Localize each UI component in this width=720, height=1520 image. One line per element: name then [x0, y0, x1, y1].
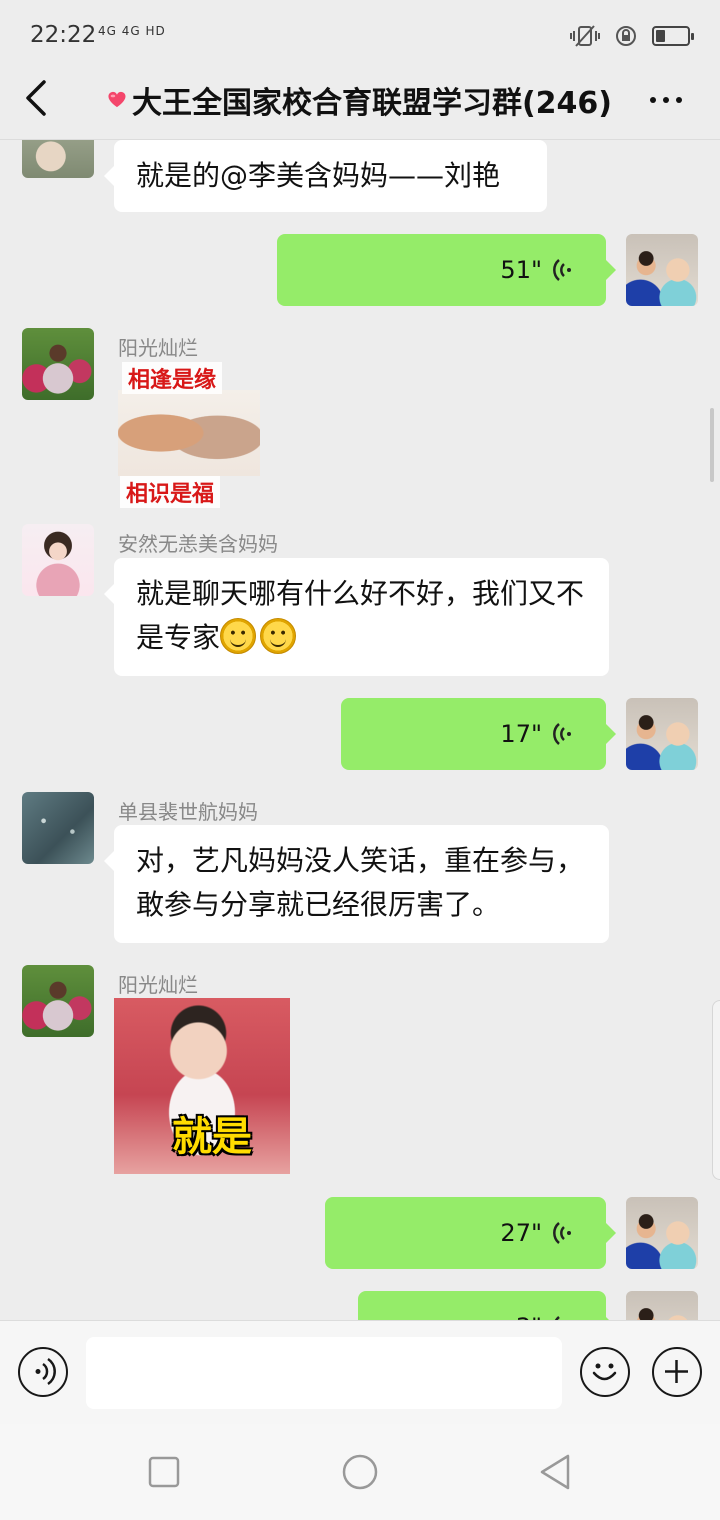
system-nav-bar — [0, 1424, 720, 1520]
square-icon — [148, 1456, 180, 1488]
input-bar — [0, 1320, 720, 1424]
voice-duration: 27" — [500, 1219, 542, 1247]
sender-name: 单县裴世航妈妈 — [118, 800, 258, 824]
avatar[interactable] — [22, 328, 94, 400]
self-avatar[interactable] — [626, 1197, 698, 1269]
emoji-button[interactable] — [580, 1347, 630, 1397]
voice-message-bubble[interactable]: 17" — [341, 698, 616, 770]
avatar[interactable] — [22, 792, 94, 864]
sticker-caption: 就是 — [172, 1114, 252, 1160]
signal-indicator: 4G 4G HD — [98, 24, 166, 38]
sticker-caption-bottom: 相识是福 — [120, 476, 221, 508]
voice-input-button[interactable] — [18, 1347, 68, 1397]
voice-wave-icon — [553, 723, 571, 745]
voice-message-bubble[interactable]: 51" — [277, 234, 616, 306]
emoji-icon — [592, 1363, 617, 1381]
chat-title-text: 大王全国家校合育联盟学习群(246) — [131, 86, 612, 121]
voice-wave-icon — [553, 1222, 571, 1244]
smile-emoji-icon — [260, 618, 297, 654]
self-avatar[interactable] — [626, 698, 698, 770]
back-button[interactable] — [18, 76, 58, 120]
message-bubble[interactable]: 就是的@李美含妈妈——刘艳 — [104, 140, 547, 212]
sticker-image[interactable]: 相逢是缘 相识是福 — [118, 362, 260, 508]
battery-fill — [656, 30, 665, 42]
status-time: 22:22 — [30, 22, 97, 48]
more-dot — [650, 97, 656, 103]
voice-duration: 3" — [516, 1305, 542, 1320]
chat-message-list[interactable]: 就是的@李美含妈妈——刘艳 51" 阳光灿烂 相逢是缘 相识是福 安然无恙美含妈… — [0, 140, 720, 1320]
heart-icon — [108, 91, 126, 108]
sticker-image[interactable]: 就是 — [114, 998, 290, 1174]
message-text: 就是的@李美含妈妈——刘艳 — [136, 159, 501, 192]
avatar[interactable] — [22, 524, 94, 596]
message-text: 就是聊天哪有什么好不好，我们又不是专家 — [136, 577, 585, 654]
circle-icon — [342, 1454, 378, 1490]
voice-message-bubble[interactable]: 3" — [358, 1291, 616, 1320]
recent-apps-button[interactable] — [144, 1452, 184, 1492]
message-input[interactable] — [86, 1337, 562, 1409]
status-icons — [570, 24, 694, 48]
voice-input-icon — [35, 1357, 56, 1386]
chat-title[interactable]: 大王全国家校合育联盟学习群(246) — [108, 78, 612, 122]
more-functions-button[interactable] — [652, 1347, 702, 1397]
message-text: 对，艺凡妈妈没人笑话，重在参与，敢参与分享就已经很厉害了。 — [136, 844, 585, 921]
scrollbar-thumb[interactable] — [710, 408, 714, 482]
voice-wave-icon — [553, 259, 571, 281]
triangle-back-icon — [540, 1454, 570, 1490]
voice-duration: 51" — [500, 256, 542, 284]
voice-message-bubble[interactable]: 27" — [325, 1197, 616, 1269]
home-button[interactable] — [340, 1452, 380, 1492]
sender-name: 阳光灿烂 — [118, 336, 198, 360]
message-bubble[interactable]: 对，艺凡妈妈没人笑话，重在参与，敢参与分享就已经很厉害了。 — [104, 825, 609, 943]
battery-icon — [652, 26, 694, 46]
sender-name: 安然无恙美含妈妈 — [118, 532, 278, 556]
avatar[interactable] — [22, 965, 94, 1037]
voice-duration: 17" — [500, 720, 542, 748]
edge-panel-handle[interactable] — [712, 1000, 720, 1180]
smile-emoji-icon — [220, 618, 257, 654]
back-nav-button[interactable] — [536, 1452, 576, 1492]
handshake-image — [118, 390, 260, 476]
chevron-left-icon — [26, 80, 46, 116]
more-dot — [676, 97, 682, 103]
vibrate-icon — [570, 25, 600, 47]
sticker-caption-top: 相逢是缘 — [122, 362, 223, 394]
plus-icon — [665, 1360, 688, 1383]
more-dot — [663, 97, 669, 103]
more-button[interactable] — [650, 82, 690, 118]
self-avatar[interactable] — [626, 234, 698, 306]
avatar[interactable] — [22, 140, 94, 178]
chat-header: 大王全国家校合育联盟学习群(246) — [0, 60, 720, 140]
message-bubble[interactable]: 就是聊天哪有什么好不好，我们又不是专家 — [104, 558, 609, 676]
self-avatar[interactable] — [626, 1291, 698, 1320]
rotation-lock-icon — [616, 26, 636, 46]
sender-name: 阳光灿烂 — [118, 973, 198, 997]
